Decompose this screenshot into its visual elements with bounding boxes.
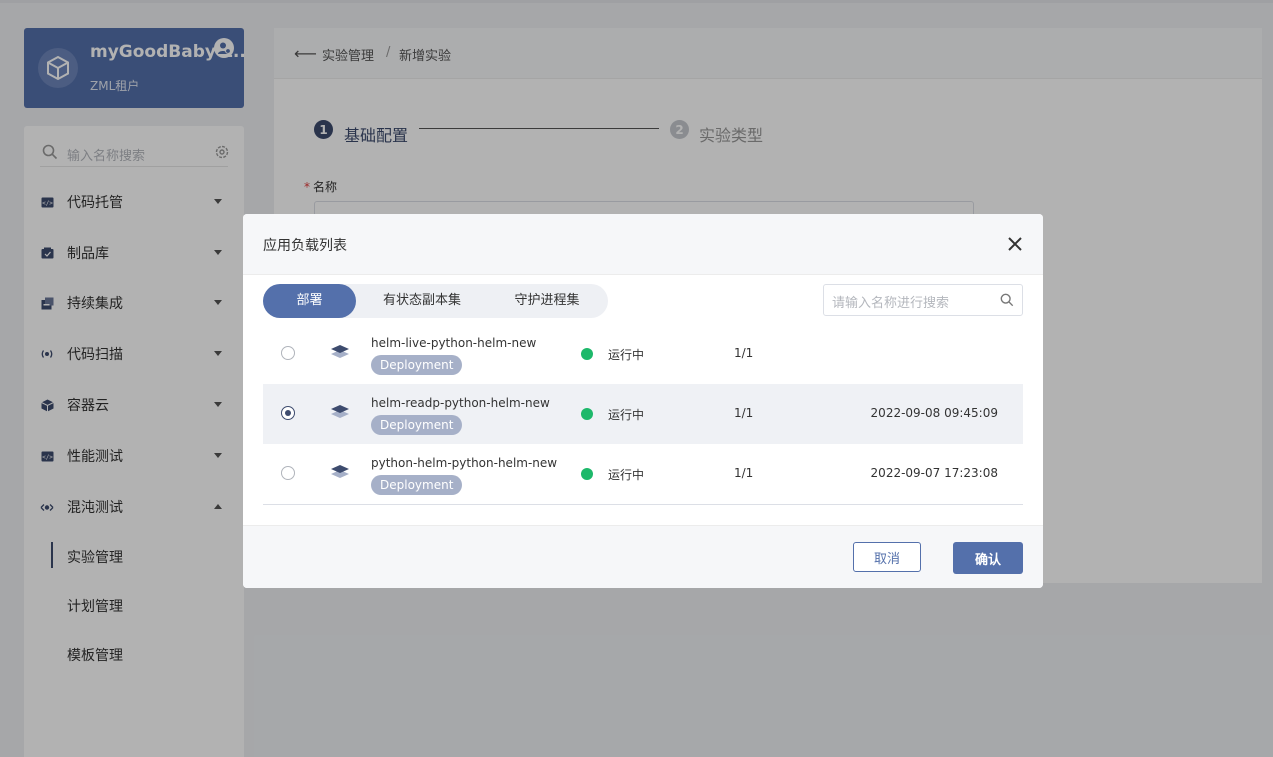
workload-time: 2022-09-08 09:45:09: [870, 406, 998, 420]
dialog-header: 应用负载列表: [243, 214, 1043, 275]
workload-name: helm-live-python-helm-new: [371, 336, 537, 350]
workload-kind-badge: Deployment: [371, 415, 463, 435]
dialog-footer: 取消 确认: [243, 525, 1043, 588]
workload-status: 运行中: [608, 348, 645, 362]
layers-icon: [330, 463, 350, 485]
row-radio[interactable]: [281, 406, 295, 420]
workload-row[interactable]: helm-readp-python-helm-new Deployment 运行…: [263, 384, 1023, 444]
close-icon[interactable]: [1005, 234, 1025, 254]
workload-status: 运行中: [608, 408, 645, 422]
workload-replicas: 1/1: [734, 406, 754, 420]
workload-replicas: 1/1: [734, 466, 754, 480]
tab-deployment[interactable]: 部署: [263, 284, 356, 318]
workload-search-input[interactable]: 请输入名称进行搜索: [823, 284, 1023, 316]
workload-kind-badge: Deployment: [371, 355, 463, 375]
workload-row[interactable]: python-helm-python-helm-new Deployment 运…: [263, 444, 1023, 504]
cancel-button[interactable]: 取消: [853, 542, 921, 572]
workload-row[interactable]: helm-live-python-helm-new Deployment 运行中…: [263, 324, 1023, 384]
dialog-title: 应用负载列表: [263, 238, 347, 254]
workload-time: 2022-09-07 17:23:08: [870, 466, 998, 480]
list-divider: [263, 504, 1023, 505]
workload-list: helm-live-python-helm-new Deployment 运行中…: [263, 324, 1023, 504]
workload-name: python-helm-python-helm-new: [371, 456, 558, 470]
workload-kind-badge: Deployment: [371, 475, 463, 495]
workload-status: 运行中: [608, 468, 645, 482]
search-icon[interactable]: [1000, 292, 1014, 311]
layers-icon: [330, 343, 350, 365]
tab-daemonset[interactable]: 守护进程集: [491, 284, 603, 318]
tab-statefulset[interactable]: 有状态副本集: [363, 284, 481, 318]
workload-name: helm-readp-python-helm-new: [371, 396, 550, 410]
confirm-button[interactable]: 确认: [953, 542, 1023, 574]
status-dot: [581, 468, 593, 480]
workload-type-tabs: 部署 有状态副本集 守护进程集: [263, 284, 608, 318]
status-dot: [581, 408, 593, 420]
row-radio[interactable]: [281, 466, 295, 480]
search-placeholder: 请输入名称进行搜索: [832, 296, 950, 311]
row-radio[interactable]: [281, 346, 295, 360]
workload-list-dialog: 应用负载列表 部署 有状态副本集 守护进程集 请输入名称进行搜索 helm-li…: [243, 214, 1043, 588]
layers-icon: [330, 403, 350, 425]
workload-replicas: 1/1: [734, 346, 754, 360]
status-dot: [581, 348, 593, 360]
